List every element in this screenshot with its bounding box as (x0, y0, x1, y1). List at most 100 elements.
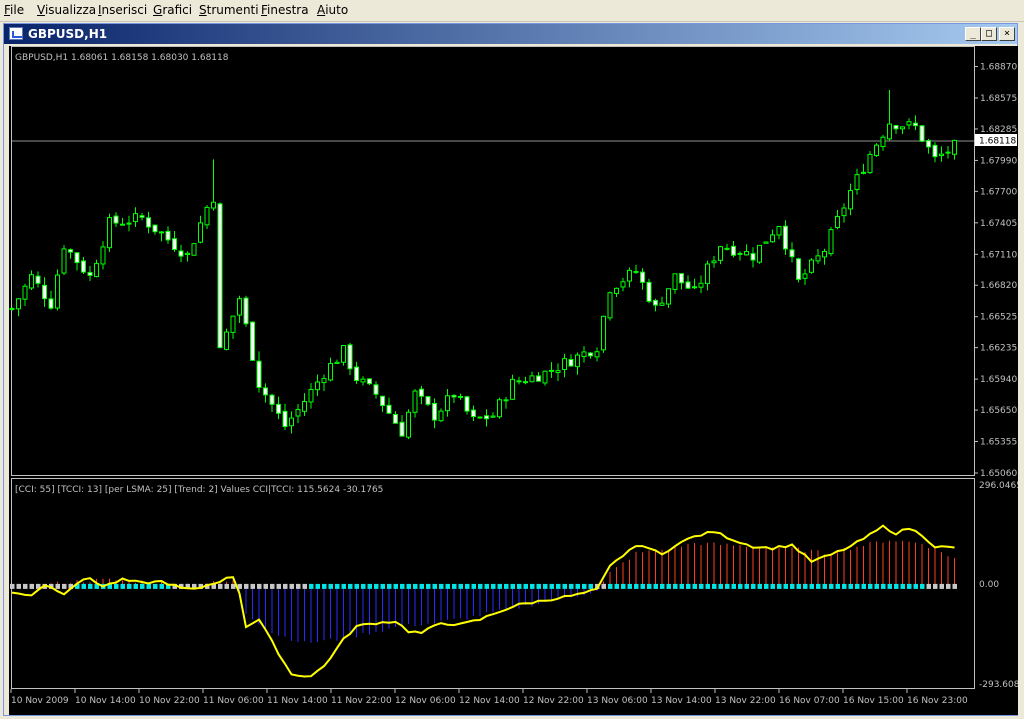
trend-dot (231, 583, 236, 589)
trend-dot (848, 583, 853, 589)
price-axis-label: 1.68285 (980, 125, 1017, 135)
trend-dot (517, 583, 522, 589)
trend-dot (10, 583, 15, 589)
candle (763, 241, 769, 244)
candle (601, 315, 606, 353)
trend-dot (621, 583, 626, 589)
trend-dot (640, 583, 645, 589)
price-header: GBPUSD,H1 1.68061 1.68158 1.68030 1.6811… (15, 53, 229, 63)
trend-dot (120, 583, 125, 589)
chart-window-titlebar[interactable]: GBPUSD,H1 _ □ × (4, 24, 1017, 44)
candle (224, 328, 229, 351)
window-title: GBPUSD,H1 (28, 27, 108, 41)
trend-dot (289, 583, 294, 589)
trend-dot (608, 583, 613, 589)
trend-dot (744, 583, 749, 589)
trend-dot (439, 583, 444, 589)
menu-grafici[interactable]: Grafici (153, 3, 192, 18)
trend-dot (29, 583, 34, 589)
trend-dot (354, 583, 359, 589)
price-axis-label: 1.66235 (980, 344, 1017, 354)
time-axis-label: 11 Nov 06:00 (203, 696, 264, 706)
candle (55, 269, 60, 311)
price-axis-label: 1.68870 (980, 63, 1017, 73)
trend-dot (692, 583, 697, 589)
trend-dot (803, 583, 808, 589)
trend-dot (16, 583, 21, 589)
candle (425, 395, 431, 407)
trend-dot (23, 583, 28, 589)
trend-dot (348, 583, 353, 589)
trend-dot (387, 583, 392, 589)
menu-aiuto[interactable]: Aiuto (317, 3, 348, 18)
trend-dot (432, 583, 437, 589)
maximize-button[interactable]: □ (981, 27, 997, 41)
menu-inserisci[interactable]: Inserisci (98, 3, 147, 18)
candle (191, 242, 197, 256)
trend-dot (380, 583, 385, 589)
menu-visualizza[interactable]: Visualizza (37, 3, 96, 18)
time-axis-label: 12 Nov 22:00 (523, 696, 584, 706)
trend-dot (445, 583, 450, 589)
price-axis-label: 1.66820 (980, 281, 1017, 291)
trend-dot (712, 583, 717, 589)
trend-dot (510, 583, 515, 589)
trend-dot (361, 583, 366, 589)
trend-dot (374, 583, 379, 589)
trend-dot (777, 583, 782, 589)
time-axis-label: 12 Nov 06:00 (395, 696, 456, 706)
trend-dot (530, 583, 535, 589)
trend-dot (790, 583, 795, 589)
trend-dot (822, 583, 827, 589)
menu-finestra[interactable]: Finestra (261, 3, 309, 18)
price-axis-label: 1.65940 (980, 375, 1017, 385)
trend-dot (666, 583, 671, 589)
current-price-label: 1.68118 (979, 137, 1016, 147)
trend-dot (478, 583, 483, 589)
candle (217, 202, 223, 349)
trend-dot (770, 583, 775, 589)
chart-area[interactable]: GBPUSD,H1 1.68061 1.68158 1.68030 1.6811… (9, 46, 1022, 715)
trend-dot (322, 583, 327, 589)
trend-dot (686, 583, 691, 589)
trend-dot (764, 583, 769, 589)
minimize-button[interactable]: _ (965, 27, 981, 41)
price-axis-label: 1.65355 (980, 438, 1017, 448)
trend-dot (159, 583, 164, 589)
trend-dot (523, 583, 528, 589)
trend-dot (465, 583, 470, 589)
trend-dot (471, 583, 476, 589)
time-axis-label: 12 Nov 14:00 (459, 696, 520, 706)
trend-dot (140, 583, 145, 589)
trend-dot (367, 583, 372, 589)
trend-dot (575, 583, 580, 589)
close-button[interactable]: × (999, 27, 1015, 41)
trend-dot (757, 583, 762, 589)
chart-window-icon (9, 27, 23, 40)
candle (796, 257, 801, 283)
menu-strumenti[interactable]: Strumenti (199, 3, 259, 18)
trend-dot (751, 583, 756, 589)
trend-dot (413, 583, 418, 589)
trend-dot (783, 583, 788, 589)
trend-dot (81, 583, 86, 589)
trend-dot (718, 583, 723, 589)
candle (250, 321, 255, 361)
trend-dot (497, 583, 502, 589)
menu-file[interactable]: File (4, 3, 24, 18)
indicator-axis-bottom: -293.608 (979, 680, 1018, 690)
price-axis-label: 1.67405 (980, 219, 1017, 229)
candle (406, 409, 411, 440)
trend-dot (400, 583, 405, 589)
chart-svg[interactable]: GBPUSD,H1 1.68061 1.68158 1.68030 1.6811… (9, 46, 1022, 715)
time-axis-label: 10 Nov 22:00 (139, 696, 200, 706)
trend-dot (855, 583, 860, 589)
trend-dot (263, 583, 268, 589)
candle (367, 378, 372, 386)
trend-dot (673, 583, 678, 589)
trend-dot (55, 583, 60, 589)
trend-dot (250, 583, 255, 589)
trend-dot (861, 583, 866, 589)
trend-dot (887, 583, 892, 589)
trend-dot (224, 583, 229, 589)
